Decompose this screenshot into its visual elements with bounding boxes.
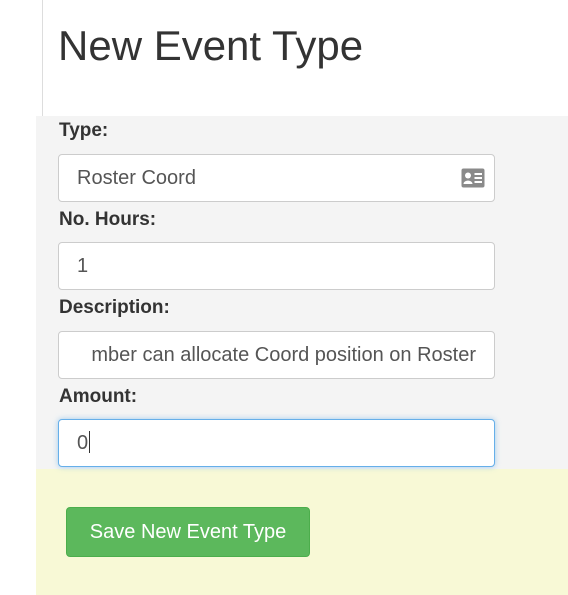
save-new-event-type-button[interactable]: Save New Event Type — [66, 507, 310, 557]
hours-input-value: 1 — [77, 255, 89, 277]
description-input[interactable]: mber can allocate Coord position on Rost… — [58, 331, 495, 379]
amount-input[interactable]: 0 — [58, 419, 495, 467]
text-caret — [89, 431, 91, 453]
type-input[interactable]: Roster Coord — [58, 154, 495, 202]
description-label: Description: — [59, 297, 170, 318]
left-divider — [42, 0, 43, 116]
page-title: New Event Type — [58, 22, 364, 69]
type-label: Type: — [59, 120, 109, 141]
hours-label: No. Hours: — [59, 209, 157, 230]
amount-label: Amount: — [59, 386, 138, 407]
amount-input-value: 0 — [77, 432, 89, 454]
amount-input-text: 0 — [77, 420, 91, 466]
hours-input[interactable]: 1 — [58, 242, 495, 290]
description-input-value: mber can allocate Coord position on Rost… — [91, 344, 476, 366]
type-input-value: Roster Coord — [77, 167, 196, 189]
contact-card-icon[interactable] — [461, 168, 485, 188]
